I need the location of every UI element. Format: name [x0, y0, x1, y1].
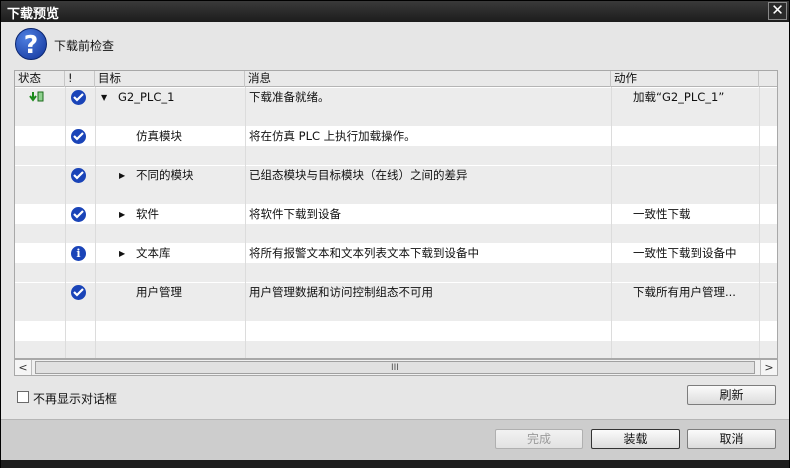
horizontal-scrollbar[interactable]: < III >: [14, 359, 778, 376]
table-header: 状态 ! 目标 消息 动作: [15, 71, 777, 87]
table-row[interactable]: 用户管理 用户管理数据和访问控制组态不可用 下载所有用户管理...: [15, 283, 777, 302]
check-icon: [71, 168, 86, 183]
dont-show-label[interactable]: 不再显示对话框: [33, 390, 117, 407]
load-button[interactable]: 装载: [591, 429, 680, 449]
spacer-row: [15, 107, 777, 126]
spacer-row: [15, 224, 777, 243]
check-icon: [71, 90, 86, 105]
dont-show-checkbox[interactable]: [17, 391, 29, 403]
refresh-button[interactable]: 刷新: [687, 385, 776, 405]
window-title: 下载预览: [7, 7, 60, 22]
row-target: G2_PLC_1: [118, 90, 175, 104]
table-row[interactable]: ▶ 软件 将软件下载到设备 一致性下载: [15, 205, 777, 224]
row-target: 软件: [136, 207, 159, 221]
close-button[interactable]: ✕: [768, 2, 787, 20]
row-target: 仿真模块: [136, 129, 182, 143]
download-preview-dialog: 下载预览 ✕ ? 下载前检查 状态 ! 目标 消息 动作 ▼ G2_PLC_1 …: [0, 0, 790, 468]
column-header-status[interactable]: 状态: [15, 71, 65, 87]
row-action[interactable]: 加载“G2_PLC_1”: [633, 88, 724, 107]
title-bar: 下载预览 ✕: [1, 1, 789, 22]
chevron-right-icon[interactable]: ▶: [119, 205, 125, 224]
check-icon: [71, 207, 86, 222]
table-row[interactable]: ▼ G2_PLC_1 下载准备就绪。 加载“G2_PLC_1”: [15, 88, 777, 107]
question-icon: ?: [15, 28, 47, 60]
spacer-row: [15, 341, 777, 358]
row-message: 将软件下载到设备: [249, 207, 341, 221]
spacer-row: [15, 302, 777, 321]
grip-icon: III: [391, 363, 399, 373]
row-message: 用户管理数据和访问控制组态不可用: [249, 285, 433, 299]
scroll-left-button[interactable]: <: [15, 360, 32, 375]
row-message: 下载准备就绪。: [249, 90, 330, 104]
column-header-flag[interactable]: !: [65, 71, 95, 87]
row-action[interactable]: 一致性下载到设备中: [633, 244, 737, 263]
column-header-filler: [759, 71, 777, 87]
row-message: 将所有报警文本和文本列表文本下载到设备中: [249, 246, 479, 260]
check-icon: [71, 129, 86, 144]
cancel-button[interactable]: 取消: [687, 429, 776, 449]
table-row[interactable]: i ▶ 文本库 将所有报警文本和文本列表文本下载到设备中 一致性下载到设备中: [15, 244, 777, 263]
row-message: 将在仿真 PLC 上执行加载操作。: [249, 129, 416, 143]
row-message: 已组态模块与目标模块（在线）之间的差异: [249, 168, 468, 182]
row-action[interactable]: 一致性下载: [633, 205, 691, 224]
table-row[interactable]: ▶ 不同的模块 已组态模块与目标模块（在线）之间的差异: [15, 166, 777, 185]
bottom-edge: [1, 460, 789, 468]
download-status-icon: [29, 91, 44, 102]
row-target: 用户管理: [136, 285, 182, 299]
chevron-down-icon[interactable]: ▼: [101, 88, 107, 107]
row-target: 文本库: [136, 246, 171, 260]
chevron-right-icon[interactable]: ▶: [119, 244, 125, 263]
column-header-target[interactable]: 目标: [95, 71, 245, 87]
column-header-message[interactable]: 消息: [245, 71, 611, 87]
spacer-row: [15, 185, 777, 204]
info-icon: i: [71, 246, 86, 261]
row-action[interactable]: 下载所有用户管理...: [633, 283, 736, 302]
header-title: 下载前检查: [54, 39, 115, 53]
spacer-row: [15, 146, 777, 165]
chevron-right-icon[interactable]: ▶: [119, 166, 125, 185]
finish-button[interactable]: 完成: [495, 429, 583, 449]
table-row[interactable]: 仿真模块 将在仿真 PLC 上执行加载操作。: [15, 127, 777, 146]
check-table: 状态 ! 目标 消息 动作 ▼ G2_PLC_1 下载准备就绪。 加载“G2_P…: [14, 70, 778, 359]
row-target: 不同的模块: [136, 168, 194, 182]
scroll-thumb[interactable]: III: [35, 361, 755, 374]
check-icon: [71, 285, 86, 300]
scroll-right-button[interactable]: >: [760, 360, 777, 375]
close-icon: ✕: [771, 1, 784, 19]
spacer-row: [15, 263, 777, 282]
column-header-action[interactable]: 动作: [611, 71, 759, 87]
